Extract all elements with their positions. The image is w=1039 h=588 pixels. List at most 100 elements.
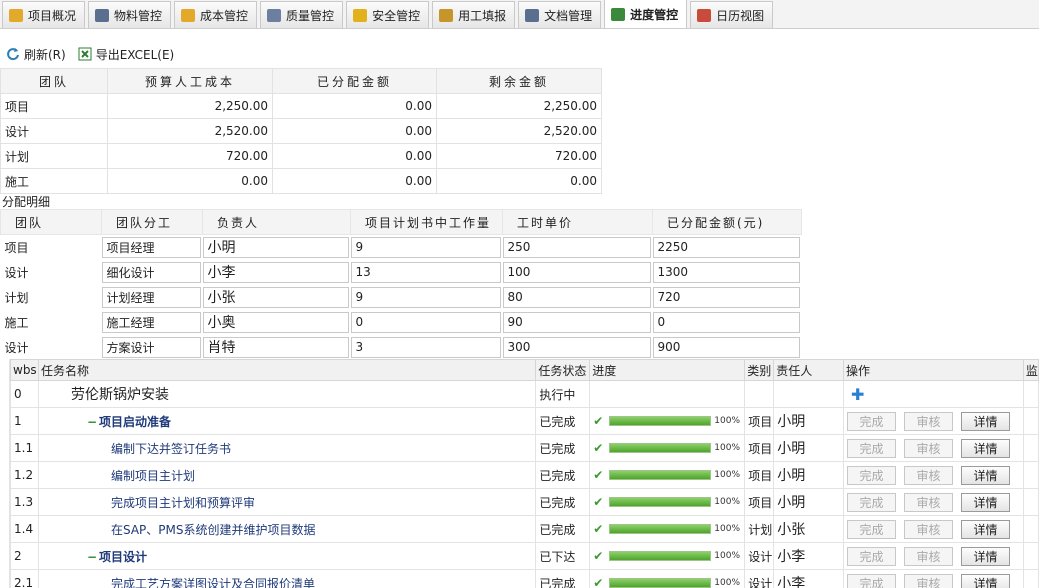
task-status: 执行中 bbox=[535, 380, 591, 408]
summary-cell: 720.00 bbox=[436, 143, 602, 169]
monitor-cell bbox=[1022, 488, 1039, 516]
review-button[interactable]: 审核 bbox=[903, 438, 953, 458]
tab-6[interactable]: 文档管理 bbox=[518, 1, 602, 28]
alloc-rate-field[interactable]: 80 bbox=[502, 286, 651, 308]
alloc-role-field[interactable]: 项目经理 bbox=[101, 236, 201, 258]
alloc-row: 设计 细化设计 小李 13 100 1300 bbox=[1, 260, 802, 285]
collapse-icon[interactable]: − bbox=[87, 550, 97, 564]
table-row[interactable]: 1− 项目启动准备 已完成 ✔ 100% 项目 小明 完成 审核 详情 bbox=[10, 407, 1039, 435]
alloc-owner-field[interactable]: 小李 bbox=[202, 261, 349, 283]
allocation-detail-label: 分配明细 bbox=[2, 195, 51, 209]
alloc-rate-field[interactable]: 100 bbox=[502, 261, 651, 283]
table-row[interactable]: 1.4 在SAP、PMS系统创建并维护项目数据 已完成 ✔ 100% 计划 小张 完成 审核 详情 bbox=[10, 515, 1039, 543]
complete-button[interactable]: 完成 bbox=[846, 546, 896, 566]
details-button[interactable]: 详情 bbox=[960, 465, 1010, 485]
alloc-owner-field[interactable]: 小奥 bbox=[202, 311, 349, 333]
review-button[interactable]: 审核 bbox=[903, 492, 953, 512]
table-row[interactable]: 2.1 完成工艺方案详图设计及合同报价清单 已完成 ✔ 100% 设计 小李 完成 审核 详情 bbox=[10, 569, 1039, 588]
review-button[interactable]: 审核 bbox=[903, 546, 953, 566]
export-excel-button[interactable]: 导出EXCEL(E) bbox=[78, 46, 174, 63]
tab-0[interactable]: 项目概况 bbox=[2, 1, 86, 28]
progress-cell: ✔ 100% bbox=[589, 488, 746, 516]
table-row[interactable]: 1.2 编制项目主计划 已完成 ✔ 100% 项目 小明 完成 审核 详情 bbox=[10, 461, 1039, 489]
tab-8[interactable]: 日历视图 bbox=[690, 1, 774, 28]
review-button[interactable]: 审核 bbox=[903, 465, 953, 485]
complete-button[interactable]: 完成 bbox=[846, 411, 896, 431]
alloc-amount-field[interactable]: 1300 bbox=[652, 261, 800, 283]
tab-1[interactable]: 物料管控 bbox=[88, 1, 172, 28]
task-name-cell[interactable]: 完成工艺方案详图设计及合同报价清单 bbox=[37, 569, 537, 588]
task-name: 项目启动准备 bbox=[99, 414, 172, 429]
table-row[interactable]: 2− 项目设计 已下达 ✔ 100% 设计 小李 完成 审核 详情 bbox=[10, 542, 1039, 570]
tab-5[interactable]: 用工填报 bbox=[432, 1, 516, 28]
alloc-role-field[interactable]: 方案设计 bbox=[101, 336, 201, 358]
alloc-workload-field[interactable]: 9 bbox=[350, 236, 501, 258]
alloc-rate-field[interactable]: 90 bbox=[502, 311, 651, 333]
tab-4[interactable]: 安全管控 bbox=[346, 1, 430, 28]
details-button[interactable]: 详情 bbox=[960, 573, 1010, 588]
add-icon[interactable]: ✚ bbox=[851, 385, 864, 404]
alloc-role-field[interactable]: 计划经理 bbox=[101, 286, 201, 308]
task-name-cell[interactable]: − 项目启动准备 bbox=[37, 407, 537, 435]
alloc-role-field[interactable]: 细化设计 bbox=[101, 261, 201, 283]
complete-button[interactable]: 完成 bbox=[846, 492, 896, 512]
alloc-rate-field[interactable]: 250 bbox=[502, 236, 651, 258]
task-owner: 小明 bbox=[773, 488, 844, 516]
task-name-cell[interactable]: 劳伦斯锅炉安装 bbox=[37, 380, 537, 408]
task-name-cell[interactable]: 完成项目主计划和预算评审 bbox=[37, 488, 537, 516]
details-button[interactable]: 详情 bbox=[960, 438, 1010, 458]
progress-percent: 100% bbox=[714, 443, 741, 453]
summary-cell: 施工 bbox=[0, 168, 108, 194]
progress-bar bbox=[609, 551, 712, 561]
tab-bar: 项目概况 物料管控 成本管控 质量管控 安全管控 用工填报 文档管理 进度管控 日历视图 bbox=[0, 0, 1039, 29]
alloc-owner-field[interactable]: 肖特 bbox=[202, 336, 349, 358]
review-button[interactable]: 审核 bbox=[903, 411, 953, 431]
truck-icon bbox=[525, 8, 540, 22]
review-button[interactable]: 审核 bbox=[903, 573, 953, 588]
task-owner: 小李 bbox=[773, 542, 844, 570]
alloc-owner-field[interactable]: 小明 bbox=[202, 236, 349, 258]
task-name-cell[interactable]: − 项目设计 bbox=[37, 542, 537, 570]
task-name-cell[interactable]: 编制下达并签订任务书 bbox=[37, 434, 537, 462]
alloc-workload-field[interactable]: 13 bbox=[350, 261, 501, 283]
complete-button[interactable]: 完成 bbox=[846, 519, 896, 539]
alloc-rate-field[interactable]: 300 bbox=[502, 336, 651, 358]
table-row[interactable]: 1.3 完成项目主计划和预算评审 已完成 ✔ 100% 项目 小明 完成 审核 详情 bbox=[10, 488, 1039, 516]
alloc-role-field[interactable]: 施工经理 bbox=[101, 311, 201, 333]
task-name-cell[interactable]: 编制项目主计划 bbox=[37, 461, 537, 489]
task-owner: 小明 bbox=[773, 407, 844, 435]
wbs-cell: 1 bbox=[10, 407, 39, 435]
complete-button[interactable]: 完成 bbox=[846, 438, 896, 458]
alloc-amount-field[interactable]: 0 bbox=[652, 311, 800, 333]
alloc-amount-field[interactable]: 2250 bbox=[652, 236, 800, 258]
alloc-amount-field[interactable]: 900 bbox=[652, 336, 800, 358]
check-icon: ✔ bbox=[593, 522, 604, 536]
alloc-workload-field[interactable]: 9 bbox=[350, 286, 501, 308]
details-button[interactable]: 详情 bbox=[960, 492, 1010, 512]
collapse-icon[interactable]: − bbox=[87, 415, 97, 429]
complete-button[interactable]: 完成 bbox=[846, 573, 896, 588]
alloc-amount-field[interactable]: 720 bbox=[652, 286, 800, 308]
refresh-button[interactable]: 刷新(R) bbox=[6, 46, 66, 63]
task-name-cell[interactable]: 在SAP、PMS系统创建并维护项目数据 bbox=[37, 515, 537, 543]
details-button[interactable]: 详情 bbox=[960, 519, 1010, 539]
alloc-workload-field[interactable]: 0 bbox=[350, 311, 501, 333]
table-row[interactable]: 1.1 编制下达并签订任务书 已完成 ✔ 100% 项目 小明 完成 审核 详情 bbox=[10, 434, 1039, 462]
table-row[interactable]: 0 劳伦斯锅炉安装 执行中 ✚ bbox=[10, 380, 1039, 408]
tab-7[interactable]: 进度管控 bbox=[604, 0, 688, 28]
grid-header: 类别 bbox=[744, 359, 775, 381]
details-button[interactable]: 详情 bbox=[960, 546, 1010, 566]
monitor-cell bbox=[1022, 542, 1039, 570]
alloc-owner-field[interactable]: 小张 bbox=[202, 286, 349, 308]
monitor-cell bbox=[1022, 569, 1039, 588]
tab-3[interactable]: 质量管控 bbox=[260, 1, 344, 28]
tab-2[interactable]: 成本管控 bbox=[174, 1, 258, 28]
alloc-header: 团队 bbox=[0, 209, 102, 235]
tab-label: 文档管理 bbox=[544, 8, 593, 23]
progress-bar bbox=[609, 497, 712, 507]
alloc-workload-field[interactable]: 3 bbox=[350, 336, 501, 358]
complete-button[interactable]: 完成 bbox=[846, 465, 896, 485]
review-button[interactable]: 审核 bbox=[903, 519, 953, 539]
details-button[interactable]: 详情 bbox=[960, 411, 1010, 431]
alloc-team: 项目 bbox=[4, 240, 29, 255]
